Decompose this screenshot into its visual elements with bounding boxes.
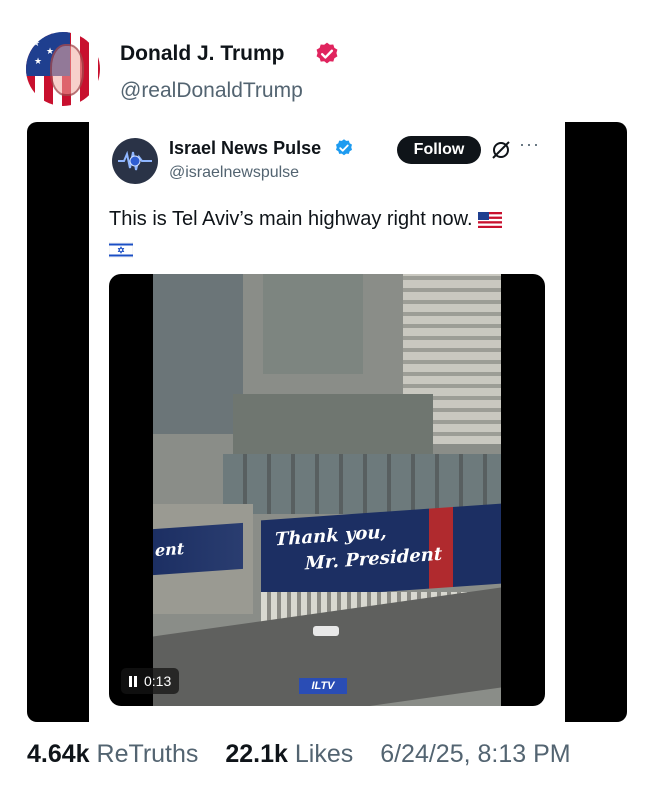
building xyxy=(263,274,363,374)
verified-badge-icon xyxy=(336,139,352,156)
news-pulse-logo-icon xyxy=(118,150,152,171)
embedded-video[interactable]: ent Thank you, Mr. President 0:13 ILTV xyxy=(109,274,545,706)
verified-badge-icon xyxy=(316,42,338,64)
post-stats: 4.64k ReTruths 22.1k Likes 6/24/25, 8:13… xyxy=(27,740,571,769)
video-frame: ent Thank you, Mr. President xyxy=(153,274,501,706)
israel-flag-icon xyxy=(109,241,133,258)
retruths-count[interactable]: 4.64k xyxy=(27,740,90,768)
embedded-post-text: This is Tel Aviv’s main highway right no… xyxy=(109,204,539,264)
embedded-post-body: This is Tel Aviv’s main highway right no… xyxy=(109,208,473,230)
building xyxy=(153,274,243,434)
author-avatar[interactable]: ★ ★ ★ xyxy=(26,32,100,106)
likes-label[interactable]: Likes xyxy=(295,740,353,768)
avatar-portrait xyxy=(50,44,84,96)
author-name[interactable]: Donald J. Trump xyxy=(120,42,285,66)
billboard-line2: Mr. President xyxy=(305,543,443,575)
post-header: ★ ★ ★ Donald J. Trump @realDonaldTrump xyxy=(26,32,626,110)
star-icon: ★ xyxy=(34,56,43,66)
embedded-post-card: Israel News Pulse @israelnewspulse Follo… xyxy=(89,122,565,722)
car xyxy=(313,626,339,636)
channel-watermark: ILTV xyxy=(299,678,347,694)
billboard-left: ent xyxy=(153,522,243,576)
star-icon: ★ xyxy=(32,38,41,48)
retruths-label[interactable]: ReTruths xyxy=(97,740,199,768)
post-media[interactable]: Israel News Pulse @israelnewspulse Follo… xyxy=(27,122,627,722)
more-options-icon[interactable]: ··· xyxy=(519,134,540,155)
grok-icon[interactable] xyxy=(489,138,513,162)
billboard: Thank you, Mr. President xyxy=(261,503,501,601)
follow-button[interactable]: Follow xyxy=(397,136,481,164)
building-glass-floor xyxy=(223,454,501,514)
embedded-author-avatar[interactable] xyxy=(112,138,158,184)
likes-count[interactable]: 22.1k xyxy=(225,740,288,768)
video-time: 0:13 xyxy=(144,673,172,689)
post-timestamp[interactable]: 6/24/25, 8:13 PM xyxy=(380,740,570,768)
us-flag-icon xyxy=(478,211,503,228)
video-time-badge[interactable]: 0:13 xyxy=(121,668,180,694)
author-handle[interactable]: @realDonaldTrump xyxy=(120,79,303,103)
embedded-author-name[interactable]: Israel News Pulse xyxy=(169,138,321,159)
billboard-left-text: ent xyxy=(155,538,185,561)
billboard-line1: Thank you, xyxy=(275,521,387,551)
pause-icon[interactable] xyxy=(129,675,137,687)
embedded-author-handle[interactable]: @israelnewspulse xyxy=(169,164,299,182)
